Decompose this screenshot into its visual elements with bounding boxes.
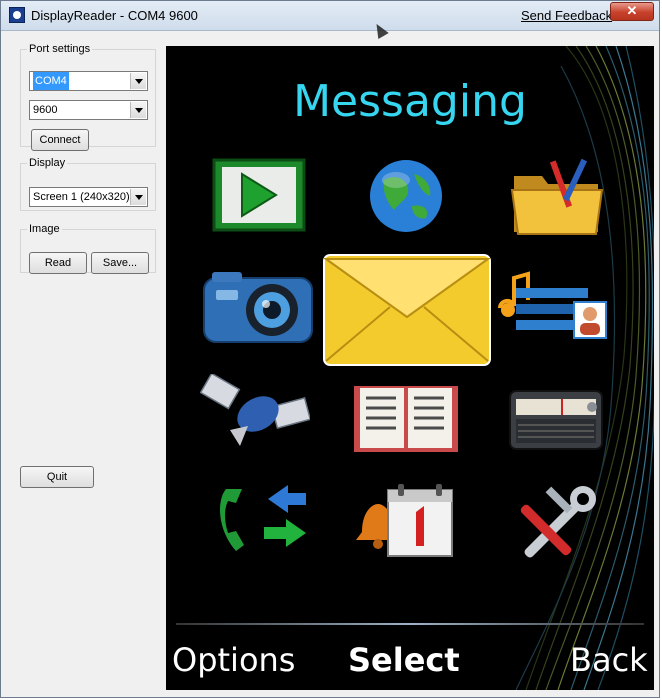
save-button[interactable]: Save... bbox=[91, 252, 149, 274]
messaging-envelope-icon bbox=[320, 251, 494, 369]
file-manager-icon bbox=[508, 156, 606, 238]
softkey-back[interactable]: Back bbox=[570, 641, 648, 679]
title-bar: DisplayReader - COM4 9600 Send Feedback … bbox=[1, 1, 659, 31]
app-window: DisplayReader - COM4 9600 Send Feedback … bbox=[0, 0, 660, 698]
notes-book-icon bbox=[352, 382, 460, 454]
display-legend: Display bbox=[29, 157, 66, 169]
settings-tools-icon bbox=[511, 483, 603, 563]
softkey-select[interactable]: Select bbox=[348, 641, 460, 679]
softkey-divider bbox=[176, 623, 644, 625]
close-button[interactable]: ✕ bbox=[610, 2, 654, 21]
call-log-icon bbox=[214, 481, 310, 561]
satellite-icon bbox=[200, 374, 310, 452]
image-group: Image Read Save... bbox=[20, 223, 156, 274]
connect-button[interactable]: Connect bbox=[31, 129, 89, 151]
chevron-down-icon bbox=[130, 189, 146, 205]
app-icon bbox=[9, 7, 25, 23]
screen-title: Messaging bbox=[293, 76, 527, 127]
chevron-down-icon bbox=[130, 102, 146, 118]
image-legend: Image bbox=[29, 223, 60, 235]
baud-select[interactable]: 9600 bbox=[29, 100, 148, 120]
quit-button[interactable]: Quit bbox=[20, 466, 94, 488]
contacts-music-icon bbox=[494, 268, 610, 344]
send-feedback-link[interactable]: Send Feedback bbox=[521, 8, 612, 23]
phone-display: Messaging Options Select Back bbox=[166, 46, 654, 690]
control-panel: Port settings COM4 9600 Connect Display … bbox=[1, 32, 166, 699]
port-select[interactable]: COM4 bbox=[29, 71, 148, 91]
screen-select[interactable]: Screen 1 (240x320) bbox=[29, 187, 148, 207]
radio-icon bbox=[508, 381, 604, 453]
media-player-icon bbox=[212, 158, 306, 234]
window-title: DisplayReader - COM4 9600 bbox=[31, 8, 198, 23]
port-select-value: COM4 bbox=[33, 72, 69, 90]
softkey-options[interactable]: Options bbox=[172, 641, 295, 679]
port-settings-group: Port settings COM4 9600 Connect bbox=[20, 43, 156, 151]
port-settings-legend: Port settings bbox=[29, 43, 91, 55]
calendar-icon bbox=[352, 482, 456, 560]
screen-select-value: Screen 1 (240x320) bbox=[33, 191, 130, 203]
camera-icon bbox=[200, 268, 316, 346]
read-button[interactable]: Read bbox=[29, 252, 87, 274]
baud-select-value: 9600 bbox=[33, 104, 58, 116]
chevron-down-icon bbox=[130, 73, 146, 89]
display-group: Display Screen 1 (240x320) bbox=[20, 157, 156, 211]
browser-globe-icon bbox=[366, 156, 446, 236]
